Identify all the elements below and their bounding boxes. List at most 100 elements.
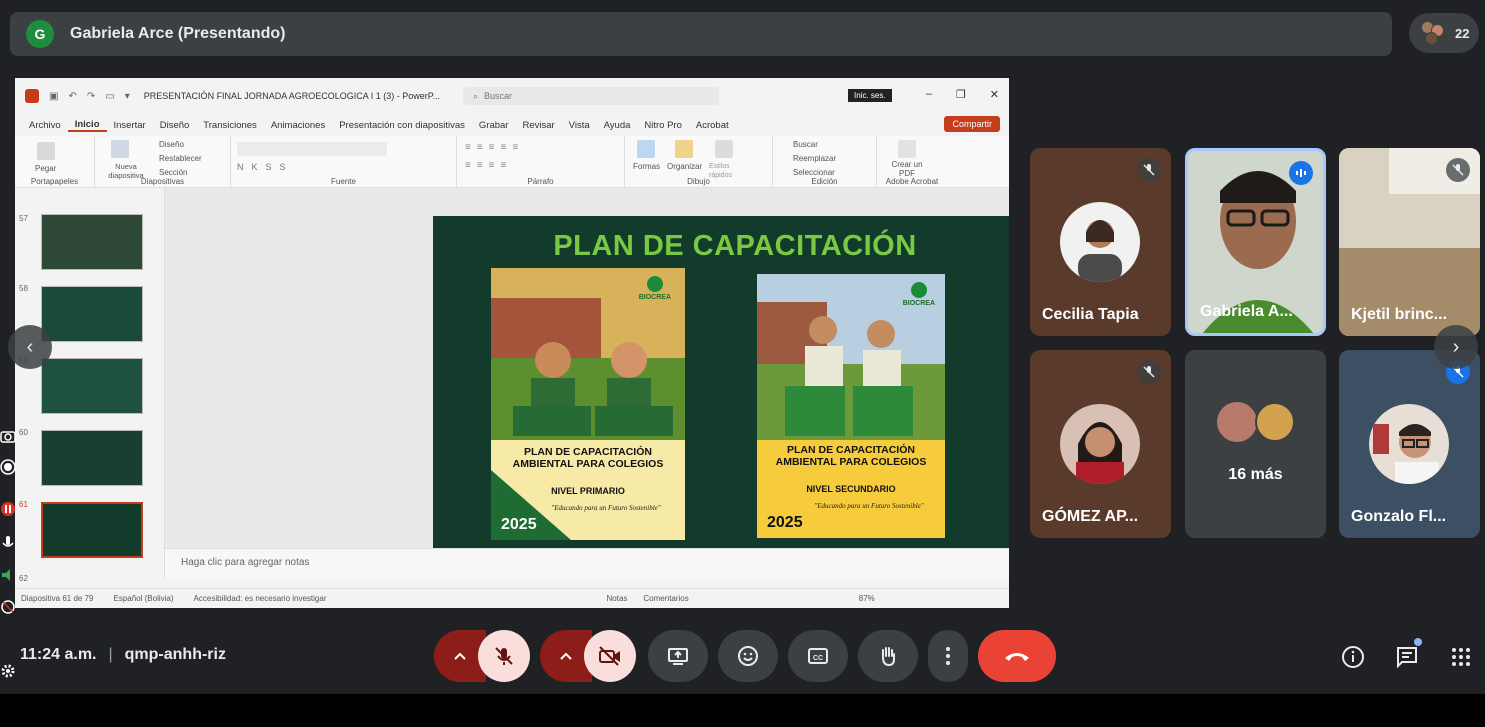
meeting-controls-bar: 11:24 a.m. | qmp-anhh-riz CC <box>0 624 1485 690</box>
next-page-button[interactable]: › <box>1434 325 1478 369</box>
ribbon-group-clipboard: Pegar Portapapeles <box>15 136 95 188</box>
brand-name: BIOCREA <box>638 294 671 301</box>
undo-icon[interactable]: ↶ <box>68 91 76 102</box>
camera-icon[interactable] <box>0 429 18 447</box>
participant-tile[interactable]: Kjetil brinc... <box>1339 148 1480 336</box>
tab-transiciones[interactable]: Transiciones <box>196 120 264 131</box>
font-format-icons[interactable]: NKSS <box>237 162 294 172</box>
thumb-number: 60 <box>19 428 28 437</box>
save-icon[interactable]: ▣ <box>49 91 58 102</box>
participant-tile[interactable]: GÓMEZ AP... <box>1030 350 1171 538</box>
list-icons[interactable]: ≡≡≡≡≡ <box>465 142 524 153</box>
share-button[interactable]: Compartir <box>944 116 1000 132</box>
leave-call-button[interactable] <box>978 630 1056 682</box>
maximize-icon[interactable]: ❐ <box>956 88 966 101</box>
poster-secondary: BIOCREA PLAN DE CAPACITACIÓN AMBIENTAL P… <box>757 274 945 538</box>
section-button[interactable]: Sección <box>159 168 187 177</box>
reactions-button[interactable] <box>718 630 778 682</box>
redo-icon[interactable]: ↷ <box>87 91 95 102</box>
slide-thumbnail[interactable] <box>41 214 143 270</box>
activities-button[interactable] <box>1446 642 1476 672</box>
thumb-number: 61 <box>19 500 28 509</box>
more-options-button[interactable] <box>928 630 968 682</box>
poster-primary-year: 2025 <box>501 516 537 533</box>
ppt-search-box[interactable]: ⌕ Buscar <box>463 87 719 105</box>
ribbon-group-acrobat: Crear un PDF Adobe Acrobat <box>877 136 938 188</box>
thumb-number: 57 <box>19 214 28 223</box>
shapes-label: Formas <box>633 162 661 171</box>
slide-thumbnail[interactable] <box>41 430 143 486</box>
font-name-select[interactable] <box>237 142 387 156</box>
participant-tile[interactable]: Gonzalo Fl... <box>1339 350 1480 538</box>
record-icon[interactable] <box>0 459 18 477</box>
shapes-icon[interactable] <box>637 140 655 158</box>
layout-button[interactable]: Diseño <box>159 140 184 149</box>
mic-off-icon <box>495 647 513 665</box>
chat-button[interactable] <box>1392 638 1422 672</box>
slide-thumbnail-pane: 57 58 59 60 61 62 <box>15 188 165 583</box>
group-label-editing: Edición <box>811 177 838 186</box>
participant-tile-speaking[interactable]: Gabriela A... <box>1185 148 1326 336</box>
more-participants-tile[interactable]: 16 más <box>1185 350 1326 538</box>
quick-styles-icon[interactable] <box>715 140 733 158</box>
customize-icon[interactable]: ▾ <box>125 91 130 102</box>
comments-toggle[interactable]: Comentarios <box>643 594 688 603</box>
raise-hand-button[interactable] <box>858 630 918 682</box>
poster-primary-title: PLAN DE CAPACITACIÓN AMBIENTAL PARA COLE… <box>512 446 664 470</box>
pause-icon[interactable] <box>0 501 18 519</box>
tab-revisar[interactable]: Revisar <box>515 120 561 131</box>
notes-toggle[interactable]: Notas <box>607 594 628 603</box>
microphone-icon[interactable] <box>0 535 18 553</box>
find-button[interactable]: Buscar <box>793 140 818 149</box>
tab-presentacion[interactable]: Presentación con diapositivas <box>332 120 472 131</box>
microphone-toggle-button[interactable] <box>478 630 530 682</box>
slide-thumbnail[interactable] <box>41 358 143 414</box>
tab-diseno[interactable]: Diseño <box>153 120 197 131</box>
sign-in-button[interactable]: Inic. ses. <box>848 89 892 102</box>
notes-pane[interactable]: Haga clic para agregar notas <box>165 548 1009 578</box>
present-screen-button[interactable] <box>648 630 708 682</box>
participant-name: GÓMEZ AP... <box>1042 508 1139 525</box>
speaker-icon[interactable] <box>0 567 18 585</box>
close-icon[interactable]: ✕ <box>990 88 999 101</box>
create-pdf-icon[interactable] <box>898 140 916 158</box>
status-language[interactable]: Español (Bolivia) <box>114 594 174 603</box>
biocrea-leaf-icon <box>646 276 663 292</box>
poster-secondary-level: NIVEL SECUNDARIO <box>806 484 896 494</box>
present-icon[interactable]: ▭ <box>105 91 114 102</box>
reset-button[interactable]: Restablecer <box>159 154 202 163</box>
tab-archivo[interactable]: Archivo <box>22 120 68 131</box>
tab-inicio[interactable]: Inicio <box>67 119 107 132</box>
camera-control-group <box>540 630 636 682</box>
zoom-level[interactable]: 87% <box>859 594 875 603</box>
chat-icon <box>1397 647 1417 669</box>
tab-ayuda[interactable]: Ayuda <box>597 120 638 131</box>
captions-button[interactable]: CC <box>788 630 848 682</box>
replace-button[interactable]: Reemplazar <box>793 154 836 163</box>
slide-thumbnail-selected[interactable] <box>41 502 143 558</box>
camera-toggle-button[interactable] <box>584 630 636 682</box>
previous-page-button[interactable]: ‹ <box>8 325 52 369</box>
tab-nitro-pro[interactable]: Nitro Pro <box>637 120 688 131</box>
webcam-off-icon[interactable] <box>0 599 18 617</box>
new-slide-icon[interactable] <box>111 140 129 158</box>
tab-vista[interactable]: Vista <box>562 120 597 131</box>
arrange-label: Organizar <box>667 162 703 171</box>
meeting-details-button[interactable] <box>1338 642 1368 672</box>
camera-off-icon <box>599 646 620 666</box>
minimize-icon[interactable]: – <box>926 88 932 101</box>
arrange-icon[interactable] <box>675 140 693 158</box>
status-accessibility[interactable]: Accesibilidad: es necesario investigar <box>194 594 327 603</box>
slide-thumbnail[interactable] <box>41 286 143 342</box>
tab-animaciones[interactable]: Animaciones <box>264 120 332 131</box>
select-button[interactable]: Seleccionar <box>793 168 835 177</box>
participants-button[interactable]: 22 <box>1409 13 1479 53</box>
paste-label: Pegar <box>35 164 57 173</box>
participant-tile[interactable]: Cecilia Tapia <box>1030 148 1171 336</box>
align-icons[interactable]: ≡≡≡≡ <box>465 160 512 171</box>
tab-insertar[interactable]: Insertar <box>107 120 153 131</box>
paste-icon[interactable] <box>37 142 55 160</box>
tab-grabar[interactable]: Grabar <box>472 120 516 131</box>
tab-acrobat[interactable]: Acrobat <box>689 120 736 131</box>
avatar <box>1369 404 1449 484</box>
